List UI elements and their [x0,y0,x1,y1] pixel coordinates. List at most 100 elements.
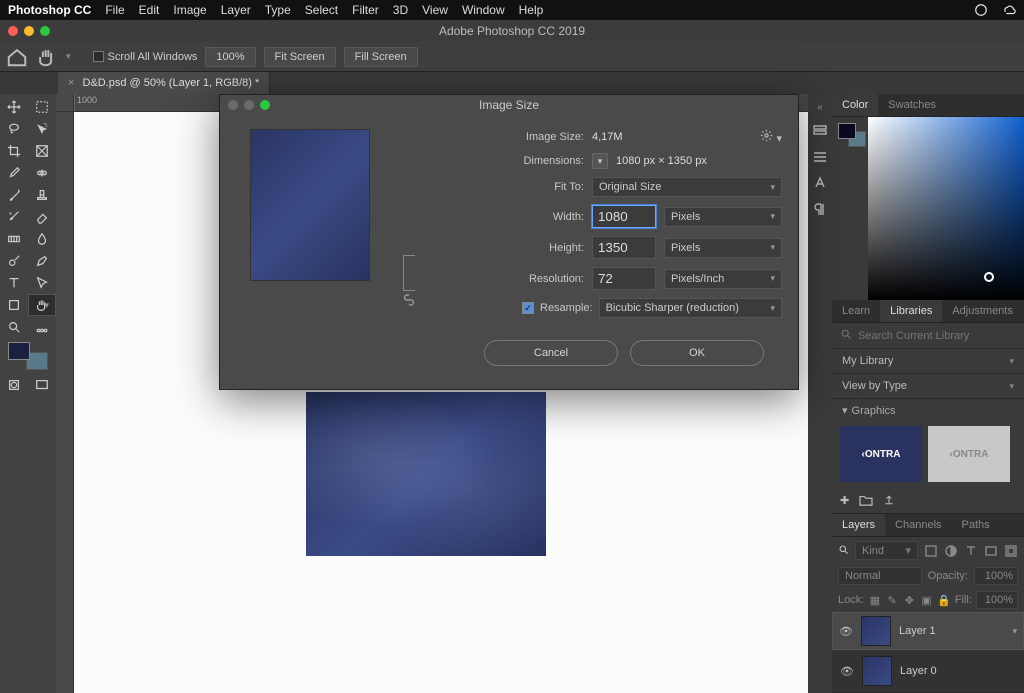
healing-tool[interactable] [28,162,56,184]
menu-3d[interactable]: 3D [393,3,408,17]
height-input[interactable] [592,236,656,259]
marquee-tool[interactable] [28,96,56,118]
quick-select-tool[interactable] [28,118,56,140]
tab-color[interactable]: Color [832,94,878,116]
filter-pixel-icon[interactable] [924,544,938,558]
path-select-tool[interactable] [28,272,56,294]
add-asset-icon[interactable]: ✚ [840,494,849,509]
resample-method-select[interactable]: Bicubic Sharper (reduction) [599,298,782,318]
visibility-toggle-icon[interactable]: 👁 [839,625,853,638]
library-asset[interactable]: ‹ONTRA [840,426,922,482]
scroll-all-windows-checkbox[interactable]: Scroll All Windows [93,51,198,63]
fill-screen-button[interactable]: Fill Screen [344,47,418,67]
menu-layer[interactable]: Layer [221,3,251,17]
app-name[interactable]: Photoshop CC [8,3,91,17]
zoom-level-button[interactable]: 100% [205,47,255,67]
home-icon[interactable] [6,46,28,68]
cc-status-icon[interactable] [974,3,988,17]
lock-pos-icon[interactable]: ✥ [903,594,916,607]
hand-tool[interactable] [28,294,56,316]
brush-tool[interactable] [0,184,28,206]
menu-window[interactable]: Window [462,3,505,17]
move-tool[interactable] [0,96,28,118]
height-unit-select[interactable]: Pixels [664,238,782,258]
resolution-unit-select[interactable]: Pixels/Inch [664,269,782,289]
menu-image[interactable]: Image [173,3,206,17]
color-picker-field[interactable] [868,117,1024,300]
dialog-titlebar[interactable]: Image Size [220,95,798,115]
history-brush-tool[interactable] [0,206,28,228]
shape-tool[interactable] [0,294,28,316]
width-unit-select[interactable]: Pixels [664,207,782,227]
layer-thumbnail[interactable] [862,656,892,686]
document-tab[interactable]: × D&D.psd @ 50% (Layer 1, RGB/8) * [58,72,270,94]
lock-trans-icon[interactable]: ▦ [868,594,881,607]
opacity-input[interactable]: 100% [974,567,1018,585]
gradient-tool[interactable] [0,228,28,250]
vertical-ruler[interactable] [56,112,74,693]
tab-learn[interactable]: Learn [832,300,880,322]
library-search[interactable] [832,323,1024,349]
tab-adjustments[interactable]: Adjustments [942,300,1023,322]
library-search-input[interactable] [858,330,1016,342]
foreground-background-colors[interactable] [8,342,48,370]
menu-file[interactable]: File [105,3,124,17]
gear-icon[interactable]: ▾ [760,129,782,145]
close-tab-icon[interactable]: × [68,77,74,89]
misc-tool[interactable] [28,316,56,338]
layer-thumbnail[interactable] [861,616,891,646]
dimensions-unit-dropdown[interactable]: ▾ [592,153,608,169]
filter-smart-icon[interactable] [1004,544,1018,558]
filter-adjust-icon[interactable] [944,544,958,558]
filter-type-icon[interactable] [964,544,978,558]
library-view-mode[interactable]: View by Type ▾ [832,374,1024,399]
visibility-toggle-icon[interactable]: 👁 [840,665,854,678]
tab-swatches[interactable]: Swatches [878,94,946,116]
menu-select[interactable]: Select [305,3,338,17]
preview-image[interactable] [250,129,370,281]
foreground-color-swatch[interactable] [8,342,30,360]
menu-help[interactable]: Help [519,3,544,17]
constrain-proportions[interactable] [402,187,416,366]
lasso-tool[interactable] [0,118,28,140]
tab-paths[interactable]: Paths [952,514,1000,536]
eraser-tool[interactable] [28,206,56,228]
quick-mask-toggle[interactable] [0,374,28,396]
tab-layers[interactable]: Layers [832,514,885,536]
library-section-graphics[interactable]: ▾ Graphics [832,399,1024,422]
library-selector[interactable]: My Library ▾ [832,349,1024,374]
tool-preset-dropdown[interactable]: ▾ [66,51,71,62]
upload-asset-icon[interactable] [883,494,895,509]
menu-edit[interactable]: Edit [139,3,160,17]
lock-artboard-icon[interactable]: ▣ [920,594,933,607]
screen-mode-toggle[interactable] [28,374,56,396]
eyedropper-tool[interactable] [0,162,28,184]
tab-channels[interactable]: Channels [885,514,951,536]
add-folder-icon[interactable] [859,494,873,509]
resolution-input[interactable] [592,267,656,290]
tab-libraries[interactable]: Libraries [880,300,942,322]
width-input[interactable] [592,205,656,228]
filter-shape-icon[interactable] [984,544,998,558]
layer-name[interactable]: Layer 0 [900,665,937,677]
layer-row[interactable]: 👁 Layer 1 [832,612,1024,650]
layer-row[interactable]: 👁 Layer 0 [832,650,1024,693]
menu-view[interactable]: View [422,3,448,17]
paragraph-panel-icon[interactable] [812,201,828,217]
dodge-tool[interactable] [0,250,28,272]
layer-filter-kind[interactable]: Kind▾ [855,541,918,560]
fit-to-select[interactable]: Original Size [592,177,782,197]
stamp-tool[interactable] [28,184,56,206]
color-panel-fgbg[interactable] [838,123,866,147]
history-panel-icon[interactable] [812,123,828,139]
zoom-tool[interactable] [0,316,28,338]
lock-all-icon[interactable]: 🔒 [937,594,951,607]
hand-tool-icon[interactable] [36,46,58,68]
ok-button[interactable]: OK [630,340,764,366]
blend-mode-select[interactable]: Normal [838,567,922,585]
crop-tool[interactable] [0,140,28,162]
character-panel-icon[interactable] [812,175,828,191]
layer-name[interactable]: Layer 1 [899,625,936,637]
type-tool[interactable] [0,272,28,294]
fill-opacity-input[interactable]: 100% [976,591,1018,609]
